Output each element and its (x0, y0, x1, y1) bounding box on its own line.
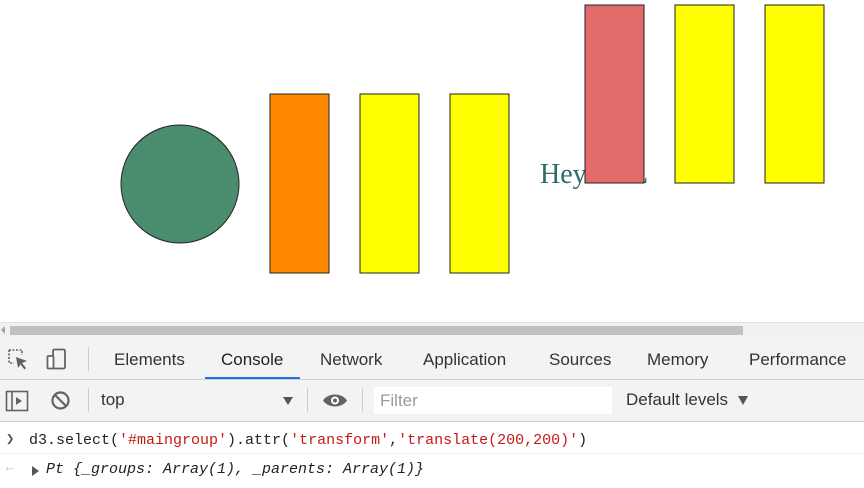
red-rect (584, 4, 645, 184)
page-svg: Hey LOL (120, 4, 825, 274)
context-dropdown-icon[interactable] (283, 397, 293, 405)
inspect-element-icon[interactable] (7, 348, 29, 370)
code-arg-value: 'translate(200,200)' (398, 432, 579, 449)
console-result-object[interactable]: Pt {_groups: Array(1), _parents: Array(1… (46, 461, 424, 478)
devtools-tabbar: Elements Console Network Application Sou… (0, 338, 864, 380)
tab-network[interactable]: Network (320, 338, 382, 379)
console-output: ❯ d3.select('#maingroup').attr('transfor… (0, 422, 864, 488)
green-circle (120, 124, 240, 244)
toolbar-separator (362, 388, 363, 412)
console-input-code[interactable]: d3.select('#maingroup').attr('transform'… (29, 432, 587, 449)
code-mid: ).attr( (227, 432, 291, 449)
yellow-rect-1 (359, 93, 420, 274)
yellow-rect-4 (764, 4, 825, 184)
yellow-rect-3 (674, 4, 735, 184)
tab-console[interactable]: Console (204, 338, 301, 379)
clear-console-icon[interactable] (50, 390, 71, 411)
code-arg-attr: 'transform' (290, 432, 390, 449)
tabbar-separator (88, 347, 89, 371)
scrollbar-thumb[interactable] (10, 326, 743, 335)
tab-performance[interactable]: Performance (749, 338, 846, 379)
console-result-line: ← Pt {_groups: Array(1), _parents: Array… (0, 455, 864, 483)
sidebar-toggle-icon[interactable] (5, 390, 29, 412)
filter-input[interactable] (374, 387, 612, 414)
tab-application[interactable]: Application (423, 338, 506, 379)
scroll-left-arrow-icon[interactable] (1, 326, 5, 334)
console-toolbar: top Default levels (0, 380, 864, 422)
levels-dropdown-icon[interactable] (738, 396, 748, 405)
devtools-panel: Elements Console Network Application Sou… (0, 338, 864, 488)
expand-triangle-icon[interactable] (32, 466, 39, 476)
horizontal-scrollbar[interactable] (0, 322, 864, 338)
code-arg-selector: '#maingroup' (119, 432, 228, 449)
code-suffix: ) (578, 432, 588, 449)
code-prefix: d3.select( (29, 432, 120, 449)
return-value-icon: ← (6, 460, 14, 475)
context-selector[interactable]: top (101, 390, 125, 410)
orange-rect (269, 93, 330, 274)
console-input-line: ❯ d3.select('#maingroup').attr('transfor… (0, 426, 864, 454)
prompt-chevron-icon: ❯ (6, 432, 15, 448)
yellow-rect-2 (449, 93, 510, 274)
tab-sources[interactable]: Sources (549, 338, 611, 379)
log-levels-dropdown[interactable]: Default levels (626, 390, 728, 410)
code-comma: , (389, 432, 399, 449)
tab-memory[interactable]: Memory (647, 338, 708, 379)
toolbar-separator (88, 388, 89, 412)
toolbar-separator (307, 388, 308, 412)
device-toggle-icon[interactable] (46, 348, 68, 370)
tab-elements[interactable]: Elements (114, 338, 185, 379)
page-viewport: Hey LOL (0, 0, 864, 322)
live-expression-eye-icon[interactable] (322, 392, 348, 409)
